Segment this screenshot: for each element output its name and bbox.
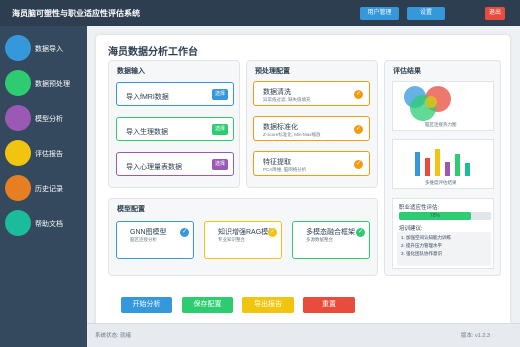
panel-title: 评估结果	[393, 68, 421, 75]
help-icon	[5, 210, 31, 236]
data-import-icon	[5, 35, 31, 61]
evaluation-summary: 职业适应性评估: 78% 培训建议: 1. 加强空间认知能力训练 2. 提升压力…	[392, 198, 494, 269]
version-label: 版本: v1.2.3	[460, 333, 490, 339]
main-area: 海员数据分析工作台 数据输入 导入fMRI数据 选择 导入生理数据 选择 导入心…	[87, 26, 520, 347]
suggestion-item: 3. 强化团队协作意识	[401, 251, 443, 256]
card-description: PCA降维, 脑网络分析	[263, 167, 307, 172]
check-icon: ✓	[354, 90, 363, 99]
panel-title: 预处理配置	[255, 68, 290, 75]
card-description: 异常值过滤, 缺失值填充	[263, 97, 311, 102]
data-cleaning-card[interactable]: 数据清洗 异常值过滤, 缺失值填充 ✓	[253, 81, 370, 106]
bar-mark	[445, 161, 450, 176]
card-description: 脑区连接分析	[130, 237, 157, 242]
card-title: 知识增强RAG模型	[218, 229, 276, 236]
panel-title: 模型配置	[117, 206, 145, 213]
gnn-model-card[interactable]: GNN图模型 脑区连接分析 ✓	[116, 221, 194, 259]
card-title: 多模态融合框架	[306, 229, 355, 236]
user-management-button[interactable]: 用户管理	[360, 7, 399, 20]
panel-title: 数据输入	[117, 68, 145, 75]
card-label: 导入fMRI数据	[126, 94, 169, 101]
export-report-button[interactable]: 导出报告	[242, 297, 294, 313]
results-panel: 评估结果 脑区连接热力图 多维度评估结果 职业适应性评估: 78% 培训建议: …	[384, 60, 501, 276]
bar-mark	[425, 158, 430, 176]
reset-button[interactable]: 重置	[303, 297, 355, 313]
model-analysis-icon	[5, 105, 31, 131]
sidebar-item-model-analysis[interactable]: 模型分析	[5, 105, 85, 133]
rag-model-card[interactable]: 知识增强RAG模型 专业知识整合 ✓	[204, 221, 282, 259]
top-bar: 海员脑可塑性与职业适应性评估系统 用户管理 设置 退出	[0, 0, 520, 26]
import-psych-card: 导入心理量表数据 选择	[116, 152, 234, 176]
chart-caption: 多维度评估结果	[425, 180, 457, 185]
bar-mark	[415, 152, 420, 176]
sidebar-item-history[interactable]: 历史记录	[5, 175, 85, 203]
card-title: 特征提取	[263, 159, 291, 166]
select-physio-button[interactable]: 选择	[212, 124, 228, 135]
preprocess-icon	[5, 70, 31, 96]
sidebar-item-report[interactable]: 评估报告	[5, 140, 85, 168]
check-icon: ✓	[354, 125, 363, 134]
suggestion-item: 1. 加强空间认知能力训练	[401, 235, 452, 240]
status-bar: 系统状态: 就绪 版本: v1.2.3	[87, 323, 520, 347]
feature-extraction-card[interactable]: 特征提取 PCA降维, 脑网络分析 ✓	[253, 151, 370, 176]
page-title: 海员数据分析工作台	[108, 47, 198, 58]
suggestion-title: 培训建议:	[399, 226, 423, 232]
sidebar-item-label: 历史记录	[35, 186, 63, 193]
card-description: Z-score标准化, Min-Max缩放	[263, 132, 321, 137]
preprocess-panel: 预处理配置 数据清洗 异常值过滤, 缺失值填充 ✓ 数据标准化 Z-score标…	[246, 60, 378, 188]
card-title: 数据清洗	[263, 89, 291, 96]
card-label: 导入生理数据	[126, 129, 168, 136]
sidebar-item-label: 数据预处理	[35, 81, 70, 88]
logout-button[interactable]: 退出	[485, 7, 505, 20]
import-physio-card: 导入生理数据 选择	[116, 117, 234, 141]
bar-chart: 多维度评估结果	[392, 139, 494, 189]
data-normalization-card[interactable]: 数据标准化 Z-score标准化, Min-Max缩放 ✓	[253, 116, 370, 141]
app-title: 海员脑可塑性与职业适应性评估系统	[12, 9, 140, 18]
workbench-panel: 海员数据分析工作台 数据输入 导入fMRI数据 选择 导入生理数据 选择 导入心…	[96, 35, 510, 328]
data-input-panel: 数据输入 导入fMRI数据 选择 导入生理数据 选择 导入心理量表数据 选择	[108, 60, 240, 188]
sidebar-item-label: 模型分析	[35, 116, 63, 123]
start-analysis-button[interactable]: 开始分析	[121, 297, 172, 313]
card-label: 导入心理量表数据	[126, 164, 182, 171]
card-description: 多源数据整合	[306, 237, 333, 242]
select-fmri-button[interactable]: 选择	[212, 89, 228, 100]
card-title: 数据标准化	[263, 124, 298, 131]
fitness-progress-bar: 78%	[399, 212, 491, 220]
sidebar-item-label: 评估报告	[35, 151, 63, 158]
multimodal-card[interactable]: 多模态融合框架 多源数据整合 ✓	[292, 221, 370, 259]
select-psych-button[interactable]: 选择	[212, 159, 228, 170]
fitness-progress-fill: 78%	[399, 212, 471, 220]
suggestion-list: 1. 加强空间认知能力训练 2. 提升压力管理水平 3. 强化团队协作意识	[397, 232, 491, 266]
save-config-button[interactable]: 保存配置	[182, 297, 233, 313]
model-config-panel: 模型配置 GNN图模型 脑区连接分析 ✓ 知识增强RAG模型 专业知识整合 ✓ …	[108, 198, 378, 276]
sidebar-item-data-import[interactable]: 数据导入	[5, 35, 85, 63]
bar-chart-plot	[393, 142, 495, 184]
history-icon	[5, 175, 31, 201]
system-status: 系统状态: 就绪	[95, 333, 132, 339]
fitness-label: 职业适应性评估:	[399, 205, 440, 211]
card-title: GNN图模型	[130, 229, 167, 236]
check-icon: ✓	[356, 228, 365, 237]
suggestion-item: 2. 提升压力管理水平	[401, 243, 443, 248]
check-icon: ✓	[354, 160, 363, 169]
bar-mark	[465, 163, 470, 176]
settings-button[interactable]: 设置	[407, 7, 445, 20]
sidebar-item-help[interactable]: 帮助文档	[5, 210, 85, 238]
import-fmri-card: 导入fMRI数据 选择	[116, 82, 234, 106]
chart-caption: 脑区连接热力图	[425, 122, 457, 127]
bar-mark	[455, 153, 460, 176]
check-icon: ✓	[268, 228, 277, 237]
card-description: 专业知识整合	[218, 237, 245, 242]
bar-mark	[435, 148, 440, 176]
brain-heatmap: 脑区连接热力图	[392, 81, 494, 131]
check-icon: ✓	[180, 228, 189, 237]
sidebar: 数据导入 数据预处理 模型分析 评估报告 历史记录 帮助文档	[0, 26, 87, 347]
sidebar-item-label: 数据导入	[35, 46, 63, 53]
sidebar-item-label: 帮助文档	[35, 221, 63, 228]
sidebar-item-preprocess[interactable]: 数据预处理	[5, 70, 85, 98]
report-icon	[5, 140, 31, 166]
